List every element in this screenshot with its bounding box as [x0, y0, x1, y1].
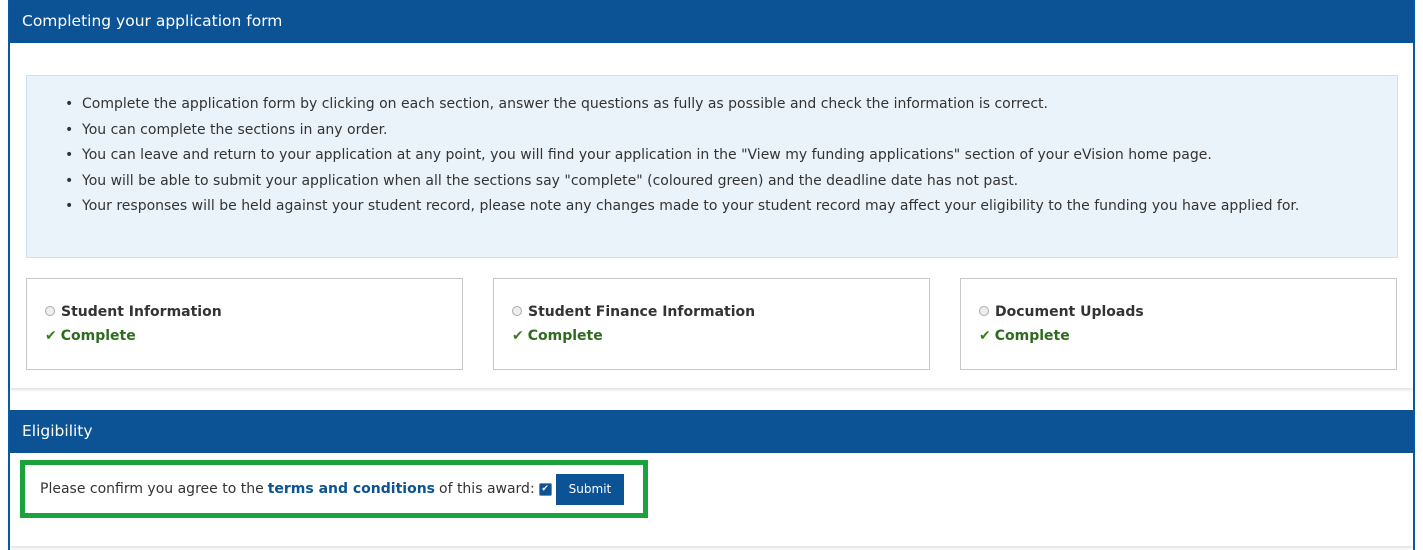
submit-button[interactable]: Submit	[555, 473, 625, 505]
instruction-item: • Complete the application form by clicki…	[65, 92, 1397, 118]
section-card-student-finance-information[interactable]: Student Finance Information ✔ Complete	[493, 278, 930, 370]
bullet-icon: •	[65, 96, 74, 112]
terms-confirmation-row: Please confirm you agree to the terms an…	[40, 465, 625, 513]
instructions-list: • Complete the application form by clicki…	[27, 76, 1397, 220]
panel-title-eligibility: Eligibility	[10, 410, 1413, 453]
section-title[interactable]: Document Uploads	[995, 304, 1144, 320]
bullet-icon: •	[65, 147, 74, 163]
instructions-box: • Complete the application form by clicki…	[26, 75, 1398, 258]
radio-icon	[979, 306, 989, 316]
bullet-icon: •	[65, 121, 74, 138]
terms-and-conditions-link[interactable]: terms and conditions	[268, 481, 435, 497]
application-form-panel: Completing your application form • Comple…	[10, 0, 1413, 388]
checkmark-icon: ✔	[45, 328, 57, 344]
section-card-student-information[interactable]: Student Information ✔ Complete	[26, 278, 463, 370]
confirm-suffix-text: of this award:	[439, 481, 535, 497]
instruction-item: • You can leave and return to your applic…	[65, 143, 1397, 169]
status-complete: ✔ Complete	[512, 328, 603, 344]
section-title[interactable]: Student Finance Information	[528, 304, 755, 320]
page-frame: Completing your application form • Comple…	[8, 0, 1415, 550]
checkmark-icon: ✔	[979, 328, 991, 344]
checkmark-icon: ✔	[512, 328, 524, 344]
bullet-icon: •	[65, 172, 74, 189]
status-complete: ✔ Complete	[979, 328, 1070, 344]
bullet-icon: •	[65, 198, 74, 214]
instruction-item: • Your responses will be held against you…	[65, 194, 1397, 220]
panel-title-application: Completing your application form	[10, 0, 1413, 43]
status-complete: ✔ Complete	[45, 328, 136, 344]
radio-icon	[512, 306, 522, 316]
radio-icon	[45, 306, 55, 316]
instruction-item: • You will be able to submit your applica…	[65, 169, 1397, 195]
section-title[interactable]: Student Information	[61, 304, 222, 320]
instruction-item: • You can complete the sections in any or…	[65, 118, 1397, 144]
confirm-prefix-text: Please confirm you agree to the	[40, 481, 264, 497]
terms-confirmation-highlight: Please confirm you agree to the terms an…	[20, 460, 648, 518]
agree-checkbox[interactable]: ✔	[538, 482, 552, 496]
section-card-document-uploads[interactable]: Document Uploads ✔ Complete	[960, 278, 1397, 370]
